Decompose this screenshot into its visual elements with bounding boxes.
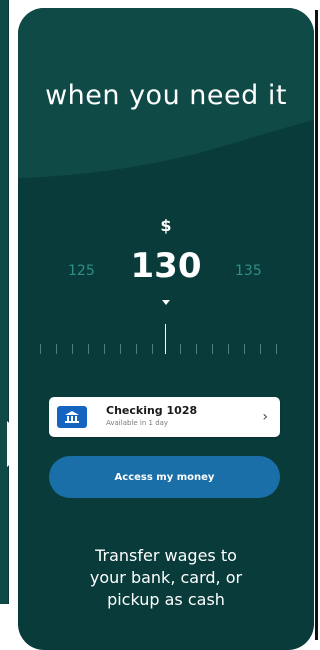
bank-icon (57, 406, 87, 428)
ruler-tick (212, 344, 213, 354)
account-selector[interactable]: Checking 1028 Available in 1 day › (49, 397, 280, 437)
ruler-tick (244, 344, 245, 354)
ruler-tick (88, 344, 89, 354)
hero-title: when you need it (45, 80, 287, 111)
next-amount[interactable]: 135 (235, 263, 262, 279)
ruler-tick (276, 344, 277, 354)
currency-symbol: $ (160, 216, 172, 235)
chevron-right-icon: › (262, 409, 268, 425)
previous-screen-peek (0, 0, 9, 604)
account-availability: Available in 1 day (106, 419, 169, 427)
phone-screen: when you need it $ 125 130 135 Checking … (18, 8, 314, 650)
amount-ruler-slider[interactable] (40, 324, 290, 366)
ruler-tick (120, 344, 121, 354)
ruler-tick (56, 344, 57, 354)
ruler-tick (260, 344, 261, 354)
screen-edge (315, 10, 318, 640)
ruler-tick (136, 344, 137, 354)
access-money-button[interactable]: Access my money (49, 456, 280, 498)
footer-description: Transfer wages to your bank, card, or pi… (89, 546, 243, 609)
ruler-tick (40, 344, 41, 354)
ruler-tick (180, 344, 181, 354)
selection-pointer-icon (162, 300, 170, 305)
ruler-tick-selected (165, 324, 166, 354)
ruler-tick (104, 344, 105, 354)
ruler-tick (196, 344, 197, 354)
ruler-tick (72, 344, 73, 354)
ruler-tick (228, 344, 229, 354)
selected-amount: 130 (130, 246, 202, 286)
account-name: Checking 1028 (106, 404, 198, 417)
ruler-tick (152, 344, 153, 354)
